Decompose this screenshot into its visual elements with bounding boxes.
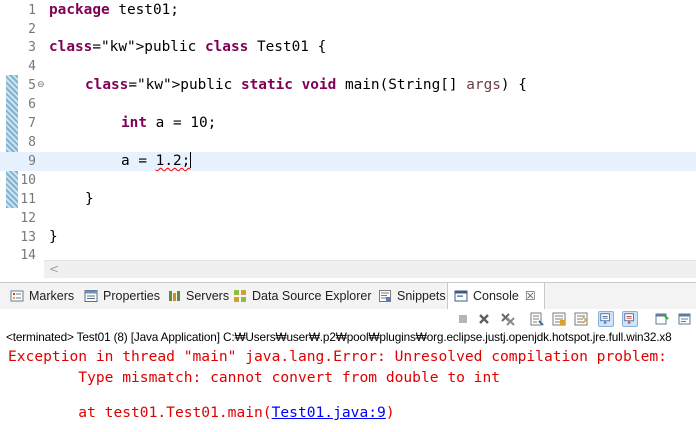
code-line-9-current[interactable]: 9 a = 1.2;: [0, 152, 696, 171]
tab-label: Markers: [29, 289, 75, 303]
tab-label: Servers: [186, 289, 230, 303]
tab-snippets[interactable]: Snippets: [378, 283, 446, 309]
code-line-3[interactable]: 3 class="kw">public class Test01 {: [0, 38, 696, 57]
show-on-stderr-icon[interactable]: [622, 311, 638, 327]
stack-trace-link[interactable]: Test01.java:9: [272, 404, 386, 421]
code-line-4[interactable]: 4: [0, 57, 696, 76]
stack-trace-text: at test01.Test01.main(: [8, 404, 272, 421]
line-number: 8: [28, 135, 36, 150]
code-editor[interactable]: 1 package test01; 2 3 class="kw">public …: [0, 0, 696, 260]
console-description: <terminated> Test01 (8) [Java Applicatio…: [6, 330, 672, 344]
display-console-icon[interactable]: [677, 311, 693, 327]
line-number: 13: [20, 230, 36, 245]
views-tab-bar: Markers Properties Servers Data Source E…: [0, 282, 696, 310]
code-line-2[interactable]: 2: [0, 20, 696, 39]
code-line-7[interactable]: 7 int a = 10;: [0, 114, 696, 133]
console-error-line: Exception in thread "main" java.lang.Err…: [8, 348, 676, 365]
fold-collapse-icon[interactable]: ⊖: [37, 80, 45, 90]
code-text: int a = 10;: [121, 115, 217, 131]
pin-console-icon[interactable]: [654, 311, 670, 327]
tab-markers[interactable]: Markers: [10, 283, 74, 309]
text-caret: [190, 152, 192, 168]
show-on-stdout-icon[interactable]: [598, 311, 614, 327]
line-number: 12: [20, 211, 36, 226]
code-line-14[interactable]: 14: [0, 246, 696, 260]
clear-console-icon[interactable]: [529, 311, 545, 327]
line-number: 7: [28, 116, 36, 131]
stack-trace-text: ): [385, 404, 395, 421]
code-line-11[interactable]: 11 }: [0, 190, 696, 209]
line-number: 6: [28, 97, 36, 112]
tab-console[interactable]: Console ☒: [447, 283, 545, 310]
code-line-10[interactable]: 10: [0, 171, 696, 190]
code-text: package test01;: [49, 2, 179, 18]
line-number: 14: [20, 248, 36, 260]
close-icon[interactable]: ☒: [525, 283, 536, 309]
code-line-13[interactable]: 13 }: [0, 228, 696, 247]
properties-icon: [84, 290, 98, 302]
line-number: 10: [20, 173, 36, 188]
console-icon: [454, 290, 468, 302]
scroll-lock-icon[interactable]: [551, 311, 567, 327]
console-toolbar: [0, 309, 696, 329]
console-error-line: Type mismatch: cannot convert from doubl…: [8, 369, 501, 386]
tab-properties[interactable]: Properties: [84, 283, 160, 309]
code-text: }: [85, 191, 94, 207]
line-number: 9: [28, 154, 36, 169]
code-line-6[interactable]: 6: [0, 95, 696, 114]
editor-horizontal-scrollbar[interactable]: <: [44, 260, 696, 278]
code-text: class="kw">public class Test01 {: [49, 39, 327, 55]
tab-label: Console: [473, 289, 519, 303]
tab-servers[interactable]: Servers: [167, 283, 229, 309]
tab-label: Snippets: [397, 289, 446, 303]
code-line-12[interactable]: 12: [0, 209, 696, 228]
line-number: 5: [28, 78, 36, 93]
error-squiggle[interactable]: 1.2;: [156, 153, 191, 169]
tab-label: Data Source Explorer: [252, 289, 372, 303]
line-number: 11: [20, 192, 36, 207]
code-line-1[interactable]: 1 package test01;: [0, 1, 696, 20]
line-number: 2: [28, 22, 36, 37]
line-number: 1: [28, 3, 36, 18]
console-output[interactable]: Exception in thread "main" java.lang.Err…: [0, 346, 696, 432]
servers-icon: [169, 291, 180, 301]
line-number: 3: [28, 40, 36, 55]
snippets-icon: [379, 290, 391, 302]
word-wrap-icon[interactable]: [573, 311, 589, 327]
code-line-5[interactable]: 5 ⊖ class="kw">public static void main(S…: [0, 76, 696, 95]
scroll-left-arrow-icon[interactable]: <: [49, 261, 59, 278]
code-text: class="kw">public static void main(Strin…: [85, 77, 527, 93]
terminate-icon[interactable]: [455, 311, 471, 327]
markers-icon: [10, 290, 24, 302]
stack-trace-line: at test01.Test01.main(Test01.java:9): [8, 402, 395, 423]
code-line-8[interactable]: 8: [0, 133, 696, 152]
code-text: }: [49, 229, 58, 245]
remove-all-terminated-icon[interactable]: [500, 311, 516, 327]
tab-label: Properties: [103, 289, 160, 303]
tab-data-source-explorer[interactable]: Data Source Explorer: [233, 283, 372, 309]
remove-launch-icon[interactable]: [476, 311, 492, 327]
code-text: a = 1.2;: [121, 152, 192, 169]
data-source-icon: [234, 290, 246, 302]
line-number: 4: [28, 59, 36, 74]
